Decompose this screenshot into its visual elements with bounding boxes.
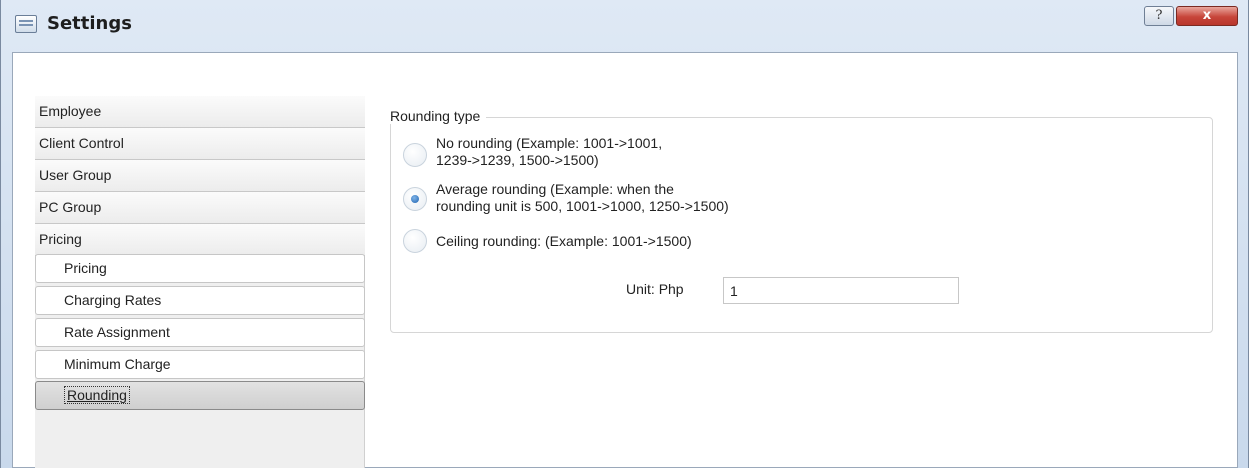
currency-text: Php bbox=[658, 281, 684, 297]
sidebar-subitem-charging-rates[interactable]: Charging Rates bbox=[35, 286, 365, 315]
no-rounding-line2: 1239->1239, 1500->1500) bbox=[436, 152, 599, 168]
sidebar-subitem-rounding-label: Rounding bbox=[64, 386, 130, 404]
help-button[interactable]: ? bbox=[1144, 6, 1174, 26]
sidebar-subitem-rate-assignment[interactable]: Rate Assignment bbox=[35, 318, 365, 347]
no-rounding-text: No rounding (Example: 1001->1001, 1239->… bbox=[436, 135, 662, 169]
ceiling-rounding-radio[interactable] bbox=[403, 229, 427, 253]
average-rounding-line1: Average rounding (Example: when the bbox=[436, 181, 674, 197]
no-rounding-radio[interactable] bbox=[403, 143, 427, 167]
close-button[interactable]: x bbox=[1176, 6, 1238, 26]
unit-input[interactable] bbox=[723, 277, 959, 304]
sidebar-subitem-minimum-charge[interactable]: Minimum Charge bbox=[35, 350, 365, 379]
sidebar-item-user-group[interactable]: User Group bbox=[35, 160, 365, 192]
sidebar-item-pc-group[interactable]: PC Group bbox=[35, 192, 365, 224]
settings-app-icon bbox=[15, 15, 37, 33]
sidebar-subitem-rounding[interactable]: Rounding bbox=[35, 381, 365, 410]
rounding-type-label: Rounding type bbox=[390, 108, 487, 124]
average-rounding-text: Average rounding (Example: when the roun… bbox=[436, 181, 729, 215]
close-icon: x bbox=[1202, 8, 1212, 23]
sidebar-subitem-pricing[interactable]: Pricing bbox=[35, 254, 365, 283]
window-title: Settings bbox=[47, 13, 132, 34]
unit-label: Unit: Php bbox=[626, 281, 684, 297]
average-rounding-radio[interactable] bbox=[403, 187, 427, 211]
title-bar: Settings ? x bbox=[1, 0, 1248, 52]
sidebar-item-client-control[interactable]: Client Control bbox=[35, 128, 365, 160]
sidebar-item-employee[interactable]: Employee bbox=[35, 96, 365, 128]
ceiling-rounding-text: Ceiling rounding: (Example: 1001->1500) bbox=[436, 233, 692, 249]
no-rounding-line1: No rounding (Example: 1001->1001, bbox=[436, 135, 663, 151]
settings-window: Settings ? x Employee Client Control Use… bbox=[0, 0, 1249, 468]
average-rounding-line2: rounding unit is 500, 1001->1000, 1250->… bbox=[436, 198, 729, 214]
client-area: Employee Client Control User Group PC Gr… bbox=[12, 52, 1238, 468]
sidebar-item-pricing[interactable]: Pricing bbox=[35, 224, 365, 256]
unit-text: Unit: bbox=[626, 281, 655, 297]
